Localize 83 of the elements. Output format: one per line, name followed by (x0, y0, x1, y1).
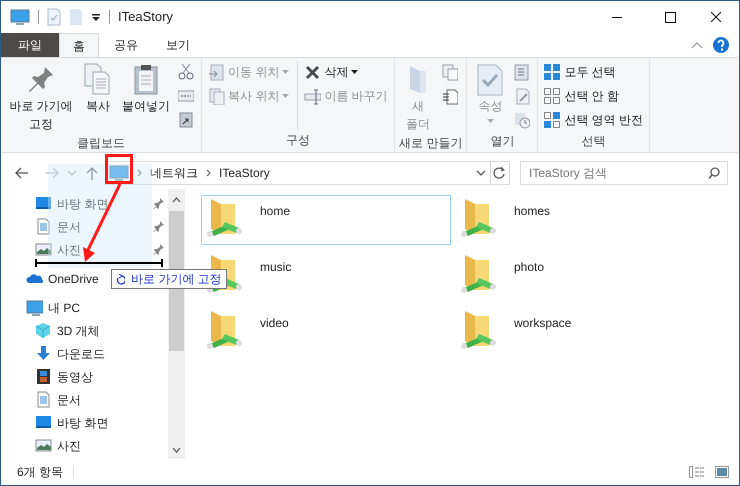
nav-item[interactable]: 사진 (1, 434, 168, 457)
copy-path-icon (178, 88, 194, 104)
new-item-icon (442, 64, 458, 80)
nav-item[interactable]: 바탕 화면 (1, 192, 168, 215)
properties-icon[interactable] (47, 8, 61, 26)
edit-icon (514, 88, 530, 104)
chevron-icon (206, 169, 211, 177)
collapse-ribbon-icon[interactable] (691, 41, 703, 49)
nav-item[interactable]: 다운로드 (1, 342, 168, 365)
folder-name[interactable]: video (260, 314, 289, 332)
back-arrow-icon[interactable] (15, 167, 29, 179)
rename-icon (304, 88, 322, 104)
ribbon-group-label: 선택 (580, 133, 607, 150)
nav-item[interactable]: 동영상 (1, 365, 168, 388)
link-arrow-icon (116, 274, 125, 284)
highlight-box (105, 154, 133, 184)
open-icon (514, 64, 530, 80)
ribbon-group-label: 새로 만들기 (399, 135, 462, 152)
computer-icon (26, 299, 43, 316)
file-tab[interactable]: 파일 (1, 33, 59, 57)
folder-name[interactable]: workspace (514, 314, 572, 332)
large-icons-view-icon[interactable] (715, 466, 729, 478)
forward-arrow-icon[interactable] (45, 167, 59, 179)
easy-access-icon (442, 88, 458, 104)
nav-item[interactable]: 문서 (1, 215, 168, 238)
nav-item[interactable]: 내 PC (1, 296, 168, 319)
move-to-icon (208, 64, 225, 80)
cube-icon (35, 322, 52, 339)
ribbon-command[interactable]: 선택 안 함 (542, 85, 646, 107)
picture-icon (35, 437, 52, 454)
folder-name[interactable]: photo (514, 258, 544, 276)
search-icon (708, 167, 720, 179)
ribbon-command[interactable]: 선택 영역 반전 (542, 109, 646, 131)
ribbon-group-label: 클립보드 (76, 135, 126, 152)
breadcrumb[interactable]: ITeaStory (219, 164, 270, 182)
document-icon (35, 218, 52, 235)
nav-item[interactable]: 3D 개체 (1, 319, 168, 342)
address-bar[interactable]: 네트워크 ITeaStory (105, 161, 510, 185)
ribbon-group-label: 열기 (489, 133, 516, 150)
nav-item[interactable]: 바탕 화면 (1, 411, 168, 434)
scroll-up-icon[interactable] (172, 197, 181, 203)
drag-tooltip: 바로 가기에 고정 (111, 269, 227, 289)
copy-to-icon (208, 88, 225, 104)
ribbon-tab[interactable]: 보기 (153, 33, 203, 57)
ribbon-tab[interactable]: 공유 (101, 33, 151, 57)
status-text: 6개 항목 (17, 464, 64, 481)
window-title: ITeaStory (118, 8, 173, 26)
ribbon-group-label: 구성 (285, 132, 311, 149)
document-icon (35, 391, 52, 408)
delete-icon (304, 64, 322, 80)
folder-name[interactable]: home (260, 202, 290, 220)
desktop-icon (35, 195, 52, 212)
paste-shortcut-icon (178, 112, 194, 128)
computer-icon (10, 8, 30, 26)
select-all-icon (544, 64, 562, 80)
film-icon (35, 368, 52, 385)
ribbon-command[interactable]: 복사 (79, 61, 117, 115)
chevron-icon (137, 169, 142, 177)
select-none-icon (544, 88, 562, 104)
breadcrumb[interactable]: 네트워크 (150, 164, 198, 182)
history-icon (514, 112, 530, 128)
ribbon-command[interactable]: 바로 가기에 고정 (5, 61, 77, 133)
details-view-icon[interactable] (689, 466, 705, 478)
ribbon-command[interactable]: 붙여넣기 (119, 61, 173, 115)
search-field[interactable]: ITeaStory 검색 (520, 161, 728, 185)
desktop-icon (35, 414, 52, 431)
customize-toolbar-icon[interactable] (91, 13, 101, 21)
ribbon-command[interactable]: 모두 선택 (542, 61, 646, 83)
dropdown-icon[interactable] (476, 170, 486, 176)
folder-name[interactable]: homes (514, 202, 550, 220)
picture-icon (35, 241, 52, 258)
folder-name[interactable]: music (260, 258, 292, 276)
recent-locations-icon[interactable] (68, 170, 76, 176)
download-arrow-icon (35, 345, 52, 362)
scissors-icon (178, 64, 194, 80)
scroll-down-icon[interactable] (172, 447, 181, 453)
ribbon-command[interactable]: 삭제 (302, 61, 390, 83)
nav-item[interactable]: 문서 (1, 388, 168, 411)
computer-icon (109, 164, 129, 182)
help-icon[interactable] (713, 37, 729, 53)
up-arrow-icon[interactable] (86, 166, 98, 180)
invert-selection-icon (544, 112, 562, 128)
ribbon-tab[interactable]: 홈 (59, 33, 99, 57)
